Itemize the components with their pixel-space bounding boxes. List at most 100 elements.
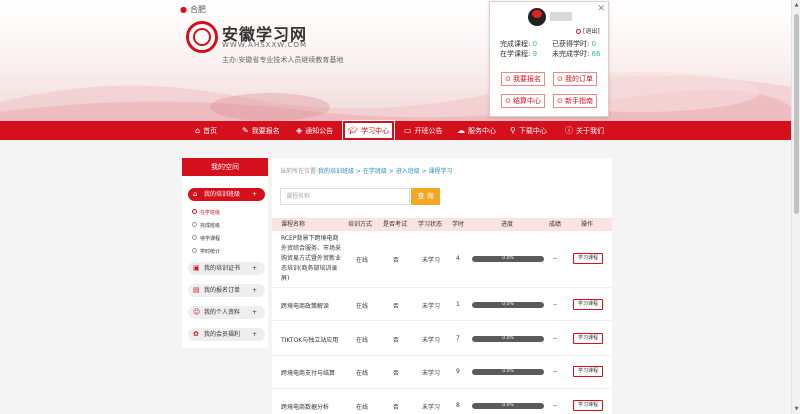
study-course-button[interactable]: 学习课程 xyxy=(573,299,603,310)
order-icon: ▤ xyxy=(193,286,200,294)
nav-home[interactable]: ⌂ 首页 xyxy=(195,121,217,140)
stat-value: 66 xyxy=(591,50,601,58)
checkout-center-button[interactable]: ⊙ 结算中心 xyxy=(501,94,545,108)
nav-label: 首页 xyxy=(203,127,218,135)
breadcrumb: 当前所在位置:我的培训班级 > 在学班级 > 进入班级 > 课程学习 xyxy=(280,166,453,175)
table-row: RCEP背景下跨境电商外贸综合服务、市场采购贸易方式暨外贸新业态培训(商务部培训… xyxy=(272,231,612,288)
progress-bar: 0.0% xyxy=(472,336,544,342)
logout-icon xyxy=(576,29,581,34)
sidebar-item-profile[interactable]: ☺ 我的个人资料 + xyxy=(188,306,265,319)
expand-icon: + xyxy=(251,265,257,272)
user-icon: ☺ xyxy=(193,308,201,316)
scroll-up-icon[interactable]: ▲ xyxy=(793,2,800,8)
sidebar-sub-completed-classes[interactable]: 完成班级 xyxy=(192,222,220,229)
nav-label: 服务中心 xyxy=(468,127,496,135)
exam-flag: 否 xyxy=(393,303,400,310)
stat-earned-hours: 已获得学时: 0 xyxy=(552,39,604,49)
expand-icon: + xyxy=(251,309,257,316)
location[interactable]: ● 合肥 xyxy=(180,4,206,15)
monitor-icon: ▭ xyxy=(404,126,412,135)
sidebar-item-my-classes[interactable]: ⌂ 我的培训班级 + xyxy=(188,188,265,201)
study-course-button[interactable]: 学习课程 xyxy=(573,333,603,344)
info-icon: ⓘ xyxy=(565,126,573,135)
study-course-button[interactable]: 学习课程 xyxy=(573,400,603,411)
training-mode: 在线 xyxy=(356,404,369,411)
sidebar-item-label: 我的培训证书 xyxy=(204,265,241,272)
sidebar-sub-pending-courses[interactable]: 待学课程 xyxy=(192,235,220,242)
training-mode: 在线 xyxy=(356,337,369,344)
search-button[interactable]: 查 询 xyxy=(411,188,440,205)
sidebar-item-label: 我的个人资料 xyxy=(204,309,241,316)
stat-value: 0 xyxy=(591,40,597,48)
page-scrollbar[interactable]: ▲ ▼ xyxy=(791,0,800,414)
col-training-mode: 培训方式 xyxy=(348,221,373,228)
avatar[interactable] xyxy=(528,8,546,26)
logout-label: [退出] xyxy=(583,28,600,35)
breadcrumb-path[interactable]: 我的培训班级 > 在学班级 > 进入班级 > 课程学习 xyxy=(318,168,453,175)
sidebar-title: 我的空间 xyxy=(182,158,268,176)
enroll-button[interactable]: ⊙ 我要报名 xyxy=(501,72,545,86)
hours: 8 xyxy=(456,402,460,409)
beginner-guide-button[interactable]: ⊙ 新手指南 xyxy=(553,94,597,108)
stat-in-progress-courses: 在学课程: 9 xyxy=(500,49,552,59)
scrollbar-thumb[interactable] xyxy=(794,14,799,214)
col-score: 成绩 xyxy=(549,221,562,228)
sidebar-item-certificates[interactable]: ▣ 我的培训证书 + xyxy=(188,262,265,275)
sub-item-label: 完成班级 xyxy=(200,223,221,229)
nav-learning-center[interactable]: 🎓︎ 学习中心 xyxy=(341,120,396,141)
scroll-down-icon[interactable]: ▼ xyxy=(793,406,800,412)
col-status: 学习状态 xyxy=(418,221,443,228)
table-row: 跨境电商政策解读 在线 否 未学习 1 0.0% -- 学习课程 xyxy=(272,288,612,321)
edit-icon: ✎ xyxy=(242,126,249,135)
nav-service-center[interactable]: ☁ 服务中心 xyxy=(457,121,496,140)
header-decoration xyxy=(0,72,791,121)
logout-link[interactable]: [退出] xyxy=(576,26,600,35)
stat-label: 在学课程: xyxy=(500,50,531,58)
nav-label: 我要报名 xyxy=(251,127,280,135)
logo-mark xyxy=(193,28,211,46)
username-blurred xyxy=(550,12,572,21)
stat-label: 已获得学时: xyxy=(552,40,590,48)
sidebar: 我的空间 ⌂ 我的培训班级 + 在学班级 完成班级 待学课程 学时统计 ▣ 我的培训证… xyxy=(182,158,268,348)
expand-icon: + xyxy=(251,331,257,338)
nav-about-us[interactable]: ⓘ 关于我们 xyxy=(565,121,604,140)
score: -- xyxy=(553,368,558,375)
sidebar-sub-hour-statistics[interactable]: 学时统计 xyxy=(192,248,220,255)
progress-bar: 0.0% xyxy=(472,369,544,375)
stat-label: 未完成学时: xyxy=(552,50,590,58)
breadcrumb-prefix: 当前所在位置: xyxy=(280,168,319,175)
checkout-center-label: 结算中心 xyxy=(513,97,542,105)
expand-icon: + xyxy=(251,191,257,198)
study-course-button[interactable]: 学习课程 xyxy=(573,253,603,264)
sidebar-item-label: 我的会员福利 xyxy=(204,331,241,338)
training-mode: 在线 xyxy=(356,303,369,310)
sidebar-sub-current-classes[interactable]: 在学班级 xyxy=(192,209,220,216)
sidebar-item-orders[interactable]: ▤ 我的报名订单 + xyxy=(188,284,265,297)
stat-value: 0 xyxy=(532,40,538,48)
nav-class-notices[interactable]: ▭ 开班公告 xyxy=(404,121,443,140)
gift-icon: ✿ xyxy=(193,330,199,338)
expand-icon: + xyxy=(251,287,257,294)
main-nav: ⌂ 首页 ✎ 我要报名 ◈ 通知公告 🎓︎ 学习中心 ▭ 开班公告 ☁ 服务中心 ⚲ 下载中心… xyxy=(0,120,791,141)
stat-label: 完成课程: xyxy=(500,40,531,48)
close-icon[interactable]: ✕ xyxy=(597,4,605,14)
sidebar-item-label: 我的培训班级 xyxy=(204,191,241,198)
nav-download-center[interactable]: ⚲ 下载中心 xyxy=(510,121,547,140)
exam-flag: 否 xyxy=(393,370,400,377)
nav-notices[interactable]: ◈ 通知公告 xyxy=(296,121,333,140)
course-search-input[interactable]: 课程名称 xyxy=(280,188,410,205)
site-logo[interactable] xyxy=(186,21,218,53)
my-orders-button[interactable]: ⊙ 我的订单 xyxy=(553,72,597,86)
col-exam: 是否考试 xyxy=(383,221,408,228)
home-icon: ⌂ xyxy=(193,190,198,198)
nav-enroll[interactable]: ✎ 我要报名 xyxy=(242,121,280,140)
exam-flag: 否 xyxy=(393,404,400,411)
nav-label: 下载中心 xyxy=(518,127,547,135)
col-course-name: 课程名称 xyxy=(281,221,306,228)
sub-item-label: 待学课程 xyxy=(200,236,221,242)
link-icon: ⚲ xyxy=(510,126,516,135)
table-row: 跨境电商支付与结算 在线 否 未学习 9 0.0% -- 学习课程 xyxy=(272,356,612,389)
user-stats: 完成课程: 0 已获得学时: 0 在学课程: 9 未完成学时: 66 xyxy=(500,39,604,59)
study-course-button[interactable]: 学习课程 xyxy=(573,366,603,377)
sidebar-item-member-benefits[interactable]: ✿ 我的会员福利 + xyxy=(188,328,265,341)
